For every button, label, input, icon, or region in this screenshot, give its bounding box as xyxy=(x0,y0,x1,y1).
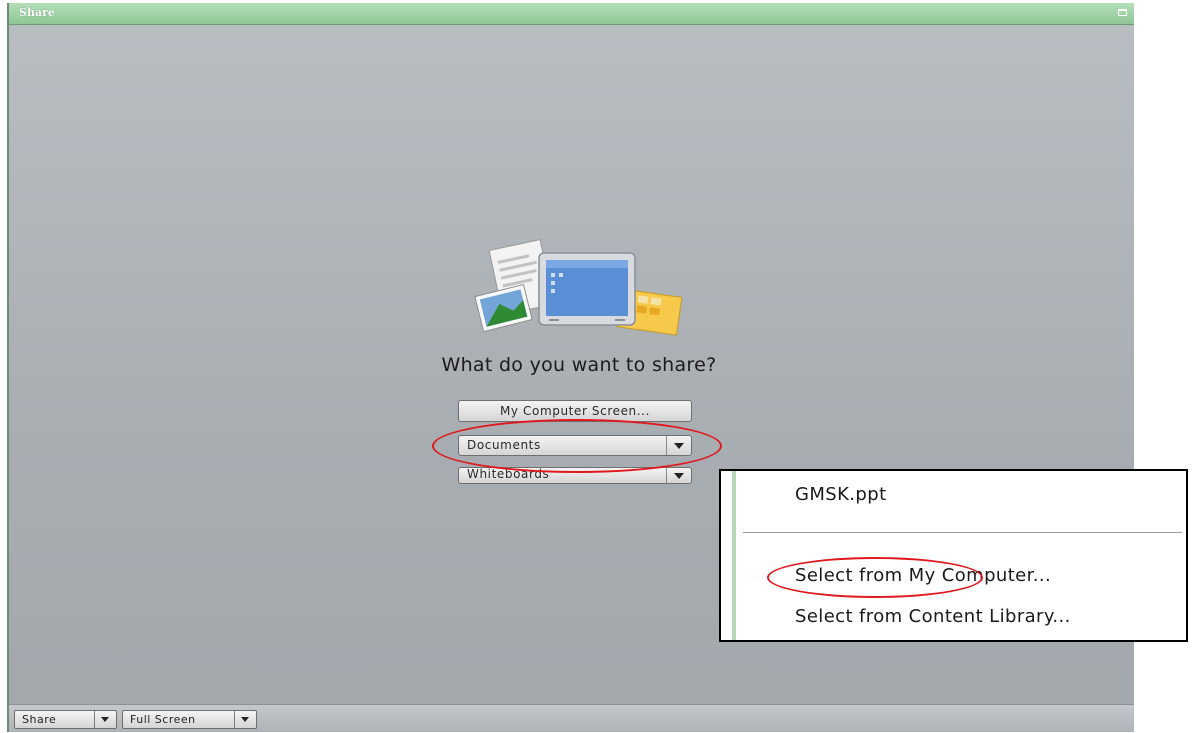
chevron-down-icon[interactable] xyxy=(666,468,691,483)
full-screen-label: Full Screen xyxy=(130,713,196,726)
menu-item-gmsk-ppt[interactable]: GMSK.ppt xyxy=(795,484,887,505)
menu-gutter xyxy=(732,471,736,640)
my-computer-screen-button[interactable]: My Computer Screen... xyxy=(458,400,692,422)
documents-dropdown[interactable]: Documents xyxy=(458,435,692,456)
share-content-icon xyxy=(474,239,683,336)
whiteboards-label: Whiteboards xyxy=(467,467,550,481)
share-prompt: What do you want to share? xyxy=(441,354,717,376)
share-menu-button[interactable]: Share xyxy=(14,710,117,729)
share-button-label: Share xyxy=(22,713,57,726)
pod-bottom-bar: Share Full Screen xyxy=(9,704,1134,732)
chevron-down-icon[interactable] xyxy=(234,711,256,728)
documents-menu: GMSK.ppt Select from My Computer... Sele… xyxy=(719,469,1188,642)
chevron-down-icon[interactable] xyxy=(666,436,691,455)
chevron-down-icon[interactable] xyxy=(94,711,116,728)
menu-item-select-from-content-library[interactable]: Select from Content Library... xyxy=(795,606,1071,627)
pod-title: Share xyxy=(19,6,55,19)
maximize-icon[interactable] xyxy=(1118,9,1127,16)
whiteboards-dropdown[interactable]: Whiteboards xyxy=(458,467,692,484)
documents-label: Documents xyxy=(467,438,541,452)
menu-item-select-from-my-computer[interactable]: Select from My Computer... xyxy=(795,565,1051,586)
pod-titlebar: Share xyxy=(9,3,1134,25)
full-screen-button[interactable]: Full Screen xyxy=(122,710,257,729)
menu-separator xyxy=(743,532,1182,533)
